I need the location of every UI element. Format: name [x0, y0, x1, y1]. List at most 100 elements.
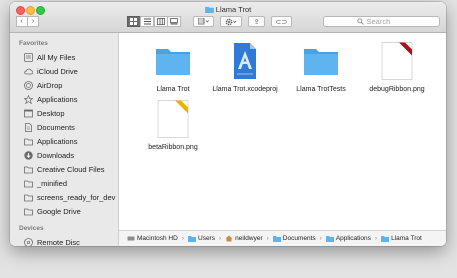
search-field[interactable] [323, 16, 440, 27]
sidebar-item-label: Applications [37, 94, 78, 104]
title-bar: Llama Trot ‹ › ⇪ ⊂⊃ [10, 2, 446, 33]
sidebar-item-label: Downloads [37, 150, 75, 160]
search-input[interactable] [366, 17, 407, 26]
back-button[interactable]: ‹ [15, 16, 28, 27]
documents-icon [25, 122, 32, 132]
sidebar-item-creative-cloud-files[interactable]: Creative Cloud Files [24, 163, 105, 175]
disc-icon [24, 237, 33, 246]
xcode-project-icon [234, 43, 256, 79]
path-item-macintosh-hd[interactable]: Macintosh HD [127, 235, 178, 242]
gear-icon [225, 18, 237, 25]
path-separator: › [266, 235, 269, 242]
list-view-button[interactable] [140, 16, 154, 27]
arrange-icon [198, 18, 209, 25]
folder-icon [304, 49, 338, 75]
file-name: Llama TrotTests [296, 86, 346, 93]
sidebar-item-label: Documents [37, 122, 75, 132]
folder-icon [24, 138, 33, 145]
hard-drive-icon [127, 236, 135, 241]
columns-icon [156, 18, 165, 25]
sidebar-item-applications-2[interactable]: Applications [24, 135, 77, 147]
folder-icon [381, 236, 390, 242]
folder-icon [24, 166, 33, 173]
list-icon [143, 18, 151, 25]
folder-icon [24, 194, 33, 201]
airdrop-icon [24, 80, 33, 90]
folder-icon [272, 236, 281, 242]
sidebar-item-label: Creative Cloud Files [37, 164, 105, 174]
sidebar-item-label: _minified [37, 178, 68, 188]
path-separator: › [319, 235, 322, 242]
sidebar-item-remote-disc[interactable]: Remote Disc [24, 236, 80, 246]
path-item-label: Applications [335, 235, 371, 242]
sidebar-item-label: Desktop [37, 108, 65, 118]
downloads-icon [24, 150, 33, 160]
file-item-betaribbon-png[interactable]: betaRibbon.png [131, 99, 215, 152]
sidebar-item-label: screens_ready_for_dev [37, 192, 116, 202]
arrange-button[interactable] [193, 16, 214, 27]
file-item-debugribbon-png[interactable]: debugRibbon.png [355, 41, 439, 94]
path-separator: › [218, 235, 222, 242]
sidebar-item-airdrop[interactable]: AirDrop [24, 79, 62, 91]
sidebar-item-label: Google Drive [37, 206, 81, 216]
applications-icon [24, 94, 33, 104]
path-item-applications[interactable]: Applications [325, 235, 371, 242]
path-bar: Macintosh HD › Users › neildwyer › Docum… [119, 230, 446, 246]
sidebar-item-desktop[interactable]: Desktop [24, 107, 65, 119]
all-files-icon [24, 52, 33, 62]
edit-tags-button[interactable]: ⊂⊃ [271, 16, 292, 27]
cover-flow-icon [170, 18, 178, 25]
folder-icon [156, 49, 190, 75]
share-button[interactable]: ⇪ [248, 16, 265, 27]
path-item-label: Macintosh HD [137, 235, 178, 242]
path-item-label: Documents [282, 235, 316, 242]
action-button[interactable] [220, 16, 242, 27]
file-name: betaRibbon.png [148, 144, 198, 151]
file-item-llama-trot-xcodeproj[interactable]: Llama Trot.xcodeproj [203, 41, 287, 94]
sidebar-item-label: Remote Disc [37, 237, 80, 247]
path-separator: › [374, 235, 378, 242]
icon-view-button[interactable] [126, 16, 141, 27]
path-item-neildwyer[interactable]: neildwyer [225, 235, 263, 242]
sidebar-item-downloads[interactable]: Downloads [24, 149, 74, 161]
folder-icon [204, 6, 214, 13]
path-item-documents[interactable]: Documents [272, 235, 316, 242]
path-item-users[interactable]: Users [188, 235, 215, 242]
sidebar-item-icloud-drive[interactable]: iCloud Drive [24, 65, 78, 77]
file-browser: Llama Trot Llama Trot.xcodeproj Llama Tr… [119, 33, 446, 230]
window-title: Llama Trot [10, 5, 446, 14]
sidebar-item-google-drive[interactable]: Google Drive [24, 205, 81, 217]
image-thumbnail-icon [157, 100, 189, 138]
sidebar-item-label: iCloud Drive [37, 66, 78, 76]
sidebar-item-label: AirDrop [37, 80, 63, 90]
folder-icon [24, 180, 33, 187]
file-name: Llama Trot.xcodeproj [212, 86, 278, 93]
sidebar-item-applications[interactable]: Applications [24, 93, 77, 105]
sidebar-item-screens-ready-for-dev[interactable]: screens_ready_for_dev [24, 191, 115, 203]
file-item-llama-trottests-folder[interactable]: Llama TrotTests [279, 41, 363, 94]
folder-icon [325, 236, 334, 242]
image-thumbnail-icon [381, 42, 413, 80]
forward-button[interactable]: › [27, 16, 39, 27]
search-icon [356, 18, 364, 25]
sidebar-item-all-my-files[interactable]: All My Files [24, 51, 75, 63]
sidebar-item-label: All My Files [37, 52, 76, 62]
desktop-icon [24, 109, 33, 117]
finder-window: Llama Trot ‹ › ⇪ ⊂⊃ Search Favorites All… [10, 2, 446, 246]
path-item-label: Llama Trot [391, 235, 422, 242]
path-separator: › [181, 235, 184, 242]
window-title-text: Llama Trot [215, 5, 252, 14]
devices-heading: Devices [19, 225, 44, 232]
sidebar-item-minified[interactable]: _minified [24, 177, 67, 189]
file-name: debugRibbon.png [369, 86, 425, 93]
cover-flow-button[interactable] [167, 16, 181, 27]
sidebar-item-documents[interactable]: Documents [24, 121, 75, 133]
cloud-icon [24, 68, 33, 74]
view-mode-control [126, 16, 181, 27]
sidebar: Favorites All My Files iCloud Drive AirD… [10, 33, 119, 246]
column-view-button[interactable] [153, 16, 168, 27]
path-item-llama-trot[interactable]: Llama Trot [381, 235, 422, 242]
path-item-label: neildwyer [235, 235, 263, 242]
favorites-heading: Favorites [19, 40, 48, 47]
home-icon [225, 235, 233, 242]
